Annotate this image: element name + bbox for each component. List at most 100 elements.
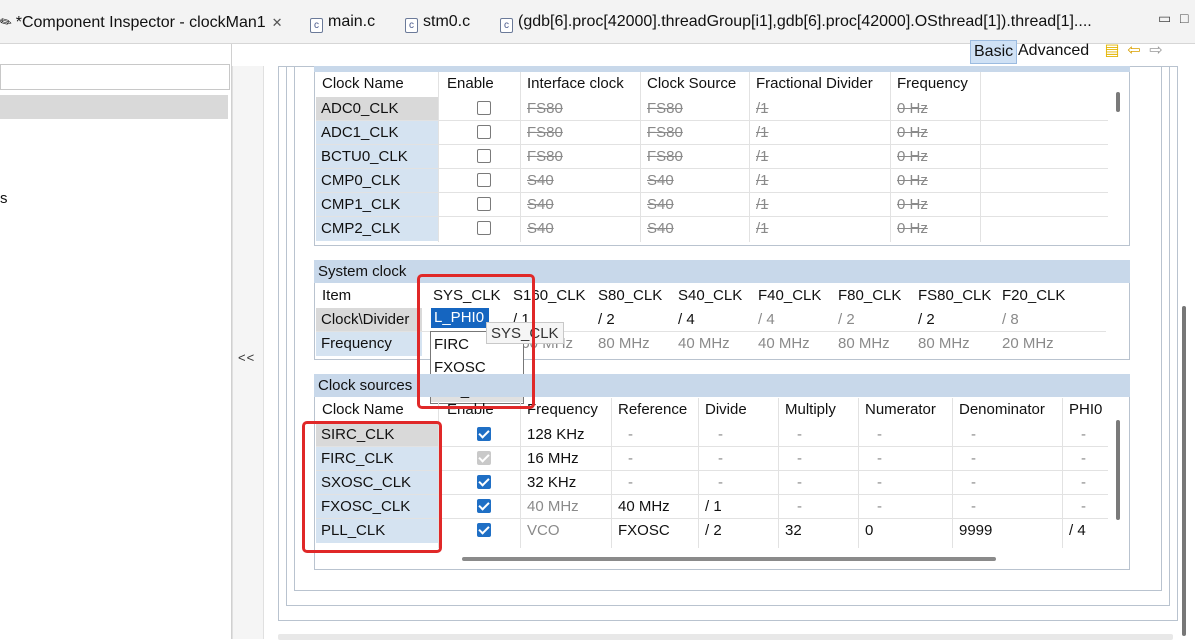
s40-clk-divider[interactable]: / 4 [678, 308, 695, 332]
enable-checkbox[interactable] [477, 149, 491, 163]
frequency-cell[interactable]: 32 KHz [527, 471, 576, 495]
interface-clock-cell[interactable]: FS80 [527, 121, 563, 145]
f20-clk-divider[interactable]: / 8 [1002, 308, 1019, 332]
reference-cell[interactable]: 40 MHz [618, 495, 670, 519]
close-icon[interactable]: ✕ [272, 15, 283, 30]
interface-clock-cell[interactable]: FS80 [527, 97, 563, 121]
divide-cell[interactable]: / 2 [705, 519, 722, 543]
numerator-cell: - [877, 474, 882, 491]
collapse-panel-button[interactable]: << [238, 350, 255, 365]
f40-clk-divider[interactable]: / 4 [758, 308, 775, 332]
interface-clock-cell[interactable]: FS80 [527, 145, 563, 169]
divide-cell[interactable]: / 1 [705, 495, 722, 519]
s80-clk-divider[interactable]: / 2 [598, 308, 615, 332]
editor-vertical-scrollbar[interactable] [1182, 306, 1186, 636]
interface-clock-cell[interactable]: S40 [527, 169, 554, 193]
grid-line [611, 398, 612, 548]
grid-line [778, 398, 779, 548]
grid-line [316, 144, 1108, 145]
fs80-clk-divider[interactable]: / 2 [918, 308, 935, 332]
multiply-cell: - [797, 498, 802, 515]
fractional-divider-cell[interactable]: /1 [756, 121, 769, 145]
enable-checkbox[interactable] [477, 221, 491, 235]
tree-item-partial[interactable]: s [0, 190, 8, 207]
enable-checkbox[interactable] [477, 523, 491, 537]
minimize-icon[interactable]: ▭ [1158, 10, 1171, 27]
tab-component-inspector[interactable]: ✎*Component Inspector - clockMan1 ✕ [0, 8, 283, 36]
enable-checkbox[interactable] [477, 173, 491, 187]
enable-checkbox[interactable] [477, 197, 491, 211]
tab-main-c[interactable]: c main.c [310, 8, 375, 36]
col-header-fractional-divider: Fractional Divider [756, 75, 873, 92]
back-arrow-icon[interactable]: ⇦ [1125, 42, 1143, 60]
denominator-cell: - [971, 426, 976, 443]
frequency-cell: 0 Hz [897, 124, 928, 141]
peripheral-table-scrollbar[interactable] [1116, 92, 1120, 112]
fractional-divider-cell[interactable]: /1 [756, 97, 769, 121]
interface-clock-cell[interactable]: S40 [527, 217, 554, 241]
col-header-phi0: PHI0 [1069, 401, 1103, 418]
col-header-denominator: Denominator [959, 401, 1045, 418]
numerator-cell[interactable]: 0 [865, 519, 873, 543]
reference-cell: - [628, 450, 633, 467]
clock-source-cell[interactable]: FS80 [647, 145, 683, 169]
col-header-clock-name: Clock Name [322, 401, 404, 418]
fractional-divider-cell[interactable]: /1 [756, 193, 769, 217]
multiply-cell[interactable]: 32 [785, 519, 802, 543]
enable-checkbox[interactable] [477, 125, 491, 139]
editor-horizontal-scrollbar[interactable] [278, 634, 1173, 640]
tab-label: stm0.c [423, 13, 471, 30]
frequency-cell[interactable]: 128 KHz [527, 423, 585, 447]
filter-input[interactable] [0, 64, 230, 90]
clock-source-cell[interactable]: S40 [647, 169, 674, 193]
annotation-highlight-sys-clk [417, 274, 535, 409]
clock-sources-horizontal-scrollbar[interactable] [462, 557, 996, 561]
frequency-cell: 0 Hz [897, 100, 928, 117]
divider-row-label: Clock\Divider [316, 308, 422, 332]
f40-clk-frequency: 40 MHz [758, 335, 810, 352]
tab-stm0-c[interactable]: c stm0.c [405, 8, 470, 36]
divide-cell: - [718, 450, 723, 467]
clock-source-cell[interactable]: S40 [647, 217, 674, 241]
phi0-cell[interactable]: / 4 [1069, 519, 1086, 543]
col-header-divide: Divide [705, 401, 747, 418]
c-file-icon: c [310, 18, 323, 33]
fractional-divider-cell[interactable]: /1 [756, 217, 769, 241]
s80-clk-frequency: 80 MHz [598, 335, 650, 352]
advanced-mode-button[interactable]: Advanced [1015, 40, 1092, 64]
clock-sources-vertical-scrollbar[interactable] [1116, 420, 1120, 520]
enable-checkbox[interactable] [477, 499, 491, 513]
left-panel: s [0, 44, 232, 639]
frequency-cell: 0 Hz [897, 148, 928, 165]
numerator-cell: - [877, 450, 882, 467]
enable-checkbox[interactable] [477, 427, 491, 441]
phi0-cell: - [1081, 498, 1086, 515]
fs80-clk-column-header: FS80_CLK [918, 287, 992, 304]
basic-mode-button[interactable]: Basic [970, 40, 1018, 64]
clock-source-cell[interactable]: FS80 [647, 97, 683, 121]
fractional-divider-cell[interactable]: /1 [756, 145, 769, 169]
f80-clk-frequency: 80 MHz [838, 335, 890, 352]
denominator-cell[interactable]: 9999 [959, 519, 992, 543]
grid-line [316, 192, 1108, 193]
s80-clk-column-header: S80_CLK [598, 287, 663, 304]
grid-line [952, 398, 953, 548]
clock-source-cell[interactable]: S40 [647, 193, 674, 217]
new-config-icon[interactable]: ▤ [1103, 42, 1121, 60]
forward-arrow-icon[interactable]: ⇨ [1147, 42, 1165, 60]
interface-clock-cell[interactable]: S40 [527, 193, 554, 217]
numerator-cell: - [877, 498, 882, 515]
reference-cell: - [628, 474, 633, 491]
selected-tree-item[interactable] [0, 95, 228, 119]
f80-clk-divider[interactable]: / 2 [838, 308, 855, 332]
fractional-divider-cell[interactable]: /1 [756, 169, 769, 193]
maximize-icon[interactable]: □ [1180, 10, 1188, 26]
tab-label: main.c [328, 13, 376, 30]
reference-cell: - [628, 426, 633, 443]
clock-source-cell[interactable]: FS80 [647, 121, 683, 145]
tab-debug-thread[interactable]: c (gdb[6].proc[42000].threadGroup[i1],gdb… [500, 8, 1140, 36]
enable-checkbox[interactable] [477, 101, 491, 115]
reference-cell[interactable]: FXOSC [618, 519, 670, 543]
enable-checkbox[interactable] [477, 475, 491, 489]
col-header-frequency: Frequency [897, 75, 968, 92]
